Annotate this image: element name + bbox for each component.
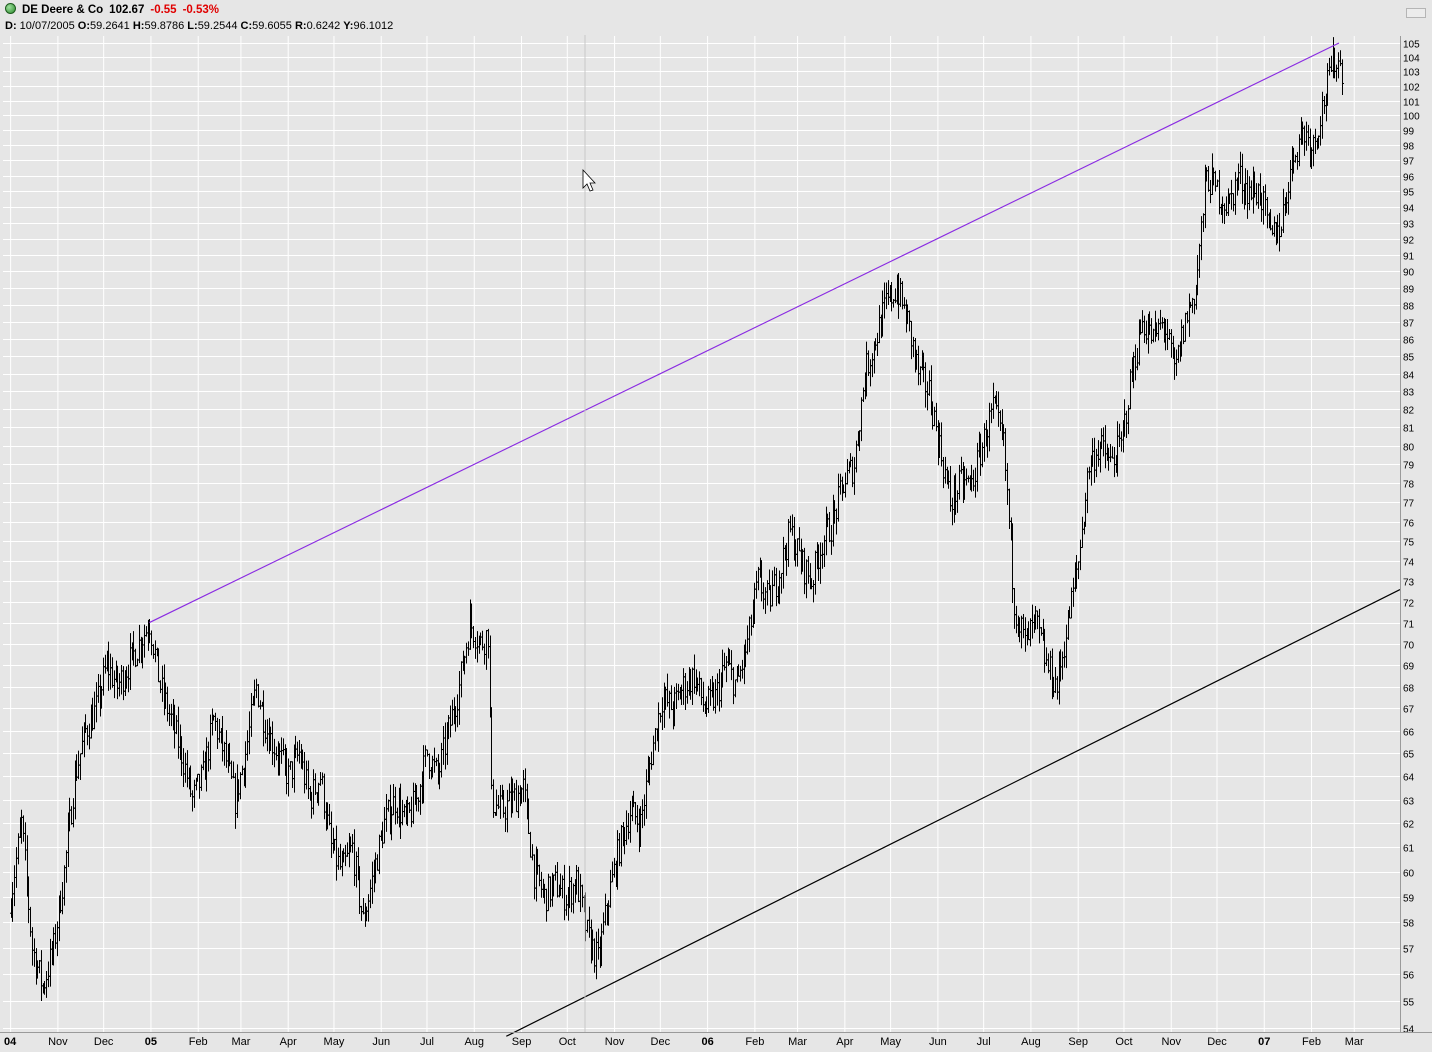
x-tick-label: 06 (701, 1036, 713, 1048)
y-tick-label: 87 (1403, 319, 1415, 330)
y-tick-label: 60 (1403, 869, 1415, 880)
x-tick-label: 07 (1258, 1036, 1270, 1048)
y-tick-label: 74 (1403, 558, 1415, 569)
x-tick-label: May (324, 1036, 345, 1048)
y-tick-label: 96 (1403, 173, 1415, 184)
y-tick-label: 104 (1403, 54, 1420, 65)
y-tick-label: 78 (1403, 480, 1415, 491)
x-tick-label: Sep (512, 1036, 532, 1048)
y-tick-label: 98 (1403, 142, 1415, 153)
y-tick-label: 93 (1403, 220, 1415, 231)
y-tick-label: 88 (1403, 302, 1415, 313)
y-tick-label: 103 (1403, 68, 1420, 79)
x-tick-label: Jun (372, 1036, 390, 1048)
y-tick-label: 68 (1403, 684, 1415, 695)
y-tick-label: 100 (1403, 112, 1420, 123)
x-tick-label: 04 (4, 1036, 17, 1048)
plot-area (3, 36, 1400, 1032)
x-tick-label: Dec (651, 1036, 671, 1048)
y-tick-label: 54 (1403, 1025, 1415, 1036)
y-tick-label: 83 (1403, 388, 1415, 399)
y-tick-label: 72 (1403, 599, 1415, 610)
y-tick-label: 62 (1403, 820, 1415, 831)
y-tick-label: 56 (1403, 971, 1415, 982)
y-tick-label: 75 (1403, 538, 1415, 549)
x-tick-label: Sep (1068, 1036, 1088, 1048)
y-tick-label: 92 (1403, 236, 1415, 247)
price-chart[interactable]: 04 Nov Dec 05 Feb Mar Apr May Jun Jul Aug Sep Oct Nov… (0, 0, 1432, 1052)
x-tick-label: 05 (145, 1036, 157, 1048)
y-tick-label: 79 (1403, 461, 1415, 472)
y-tick-label: 102 (1403, 83, 1420, 94)
x-tick-label: Dec (1207, 1036, 1227, 1048)
chart-grid (3, 36, 1400, 1032)
y-tick-label: 61 (1403, 844, 1415, 855)
x-tick-label: Apr (280, 1036, 297, 1048)
x-tick-label: Aug (464, 1036, 484, 1048)
y-tick-label: 59 (1403, 894, 1415, 905)
y-tick-label: 63 (1403, 797, 1415, 808)
y-tick-label: 76 (1403, 519, 1415, 530)
y-tick-label: 71 (1403, 620, 1415, 631)
y-tick-label: 82 (1403, 406, 1415, 417)
x-tick-label: Jun (929, 1036, 947, 1048)
y-tick-label: 97 (1403, 157, 1415, 168)
x-tick-label: May (880, 1036, 901, 1048)
y-tick-label: 90 (1403, 268, 1415, 279)
y-tick-label: 91 (1403, 252, 1415, 263)
y-tick-label: 65 (1403, 750, 1415, 761)
y-tick-label: 105 (1403, 40, 1420, 51)
x-tick-label: Oct (559, 1036, 576, 1048)
y-tick-label: 58 (1403, 919, 1415, 930)
x-tick-label: Mar (1345, 1036, 1364, 1048)
y-tick-label: 99 (1403, 127, 1415, 138)
x-tick-label: Feb (1302, 1036, 1321, 1048)
y-tick-label: 94 (1403, 204, 1415, 215)
y-tick-label: 55 (1403, 998, 1415, 1009)
y-tick-label: 85 (1403, 353, 1415, 364)
x-tick-label: Jul (977, 1036, 991, 1048)
x-tick-label: Jul (420, 1036, 434, 1048)
y-tick-label: 64 (1403, 773, 1415, 784)
y-tick-label: 70 (1403, 641, 1415, 652)
y-tick-label: 73 (1403, 578, 1415, 589)
x-tick-label: Dec (94, 1036, 114, 1048)
y-tick-label: 77 (1403, 499, 1415, 510)
y-tick-label: 67 (1403, 705, 1415, 716)
y-tick-label: 66 (1403, 728, 1415, 739)
y-tick-label: 57 (1403, 945, 1415, 956)
y-tick-label: 81 (1403, 424, 1415, 435)
y-tick-label: 69 (1403, 662, 1415, 673)
x-tick-label: Nov (48, 1036, 68, 1048)
x-tick-label: Feb (745, 1036, 764, 1048)
x-tick-label: Nov (1161, 1036, 1181, 1048)
x-tick-label: Aug (1021, 1036, 1041, 1048)
y-tick-label: 101 (1403, 98, 1420, 109)
y-tick-label: 95 (1403, 188, 1415, 199)
y-tick-label: 89 (1403, 285, 1415, 296)
y-tick-label: 84 (1403, 371, 1415, 382)
x-tick-label: Mar (788, 1036, 807, 1048)
y-tick-label: 86 (1403, 336, 1415, 347)
x-tick-label: Mar (231, 1036, 250, 1048)
x-tick-label: Feb (189, 1036, 208, 1048)
x-tick-label: Apr (836, 1036, 853, 1048)
x-tick-label: Nov (605, 1036, 625, 1048)
x-tick-label: Oct (1115, 1036, 1132, 1048)
y-tick-label: 80 (1403, 443, 1415, 454)
